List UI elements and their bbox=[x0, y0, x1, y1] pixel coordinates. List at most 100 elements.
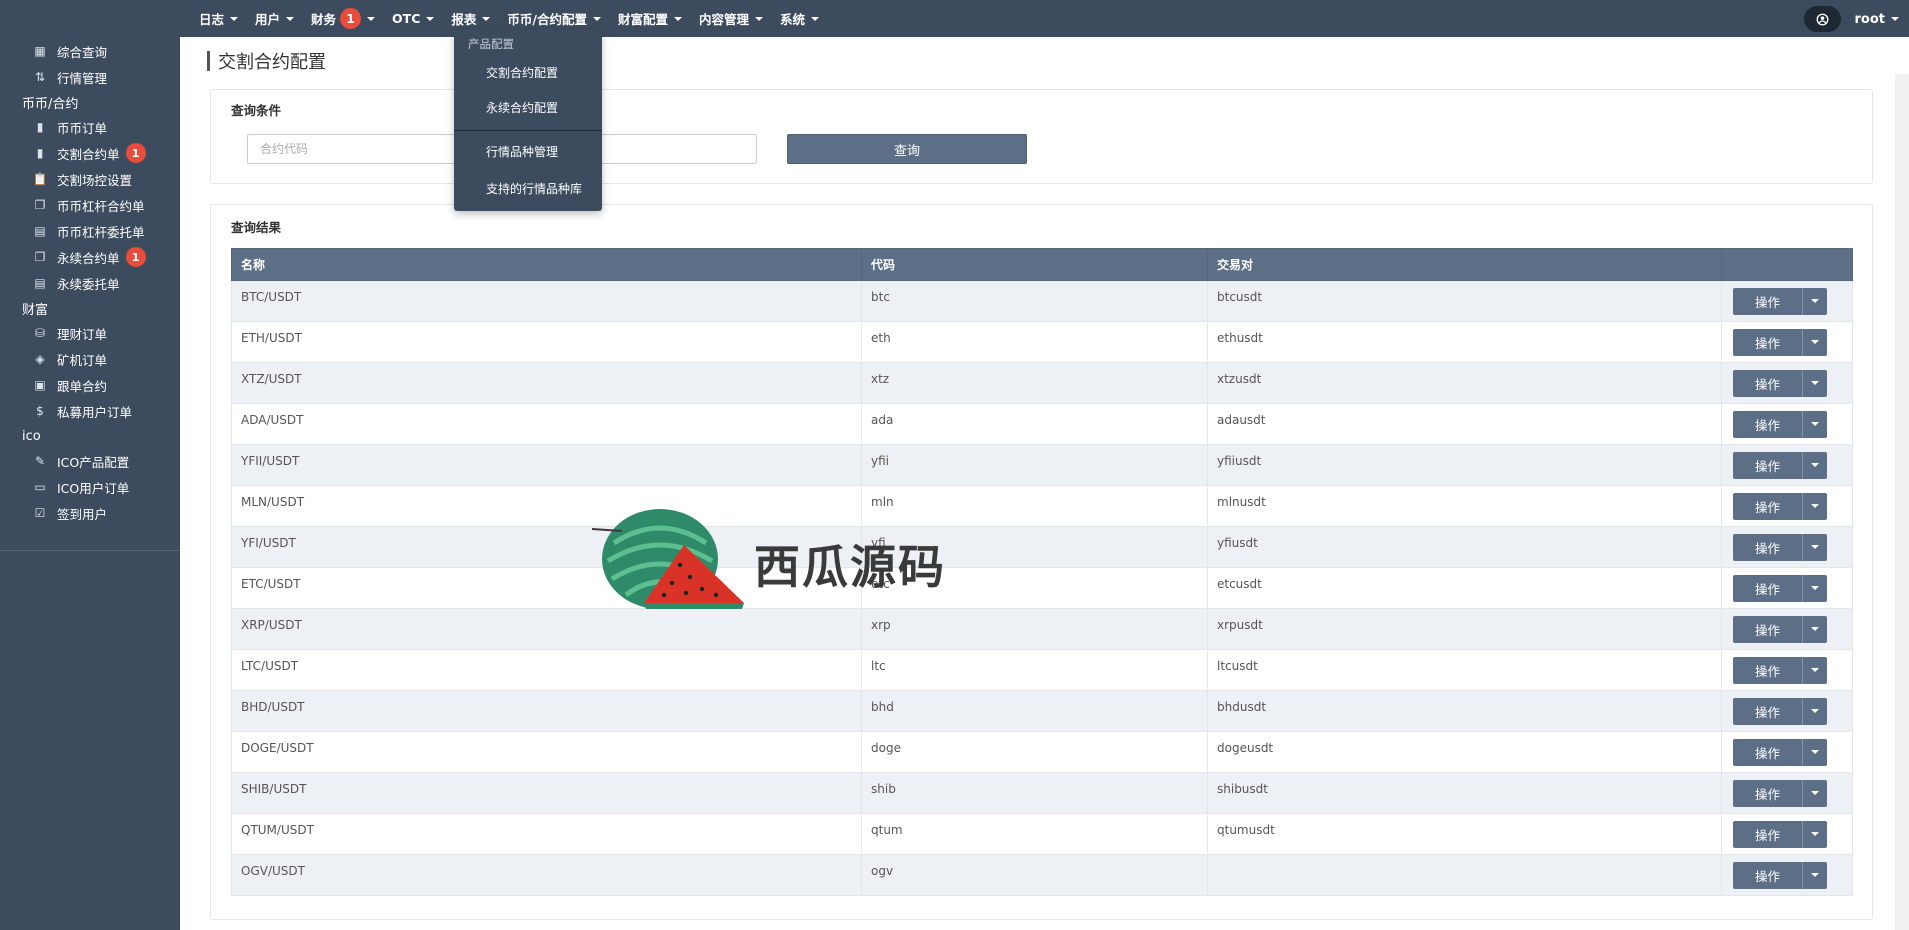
operate-button[interactable]: 操作 bbox=[1733, 287, 1802, 315]
sidebar-item[interactable]: ❐ 币币杠杆合约单 bbox=[0, 192, 180, 218]
operate-button[interactable]: 操作 bbox=[1733, 656, 1802, 684]
operate-dropdown-toggle[interactable] bbox=[1802, 697, 1827, 725]
watermelon-icon bbox=[592, 509, 744, 609]
operate-button[interactable]: 操作 bbox=[1733, 369, 1802, 397]
nav-item[interactable]: 系统 bbox=[780, 0, 820, 37]
operate-dropdown-toggle[interactable] bbox=[1802, 533, 1827, 561]
operate-button[interactable]: 操作 bbox=[1733, 697, 1802, 725]
sidebar-item[interactable]: ⇅ 行情管理 bbox=[0, 64, 180, 90]
sidebar-item[interactable]: 📋 交割场控设置 bbox=[0, 166, 180, 192]
cell-actions: 操作 bbox=[1721, 444, 1853, 486]
table-row: LTC/USDT ltc ltcusdt 操作 bbox=[231, 649, 1853, 691]
column-header-code[interactable]: 代码 bbox=[861, 248, 1208, 281]
sidebar-item[interactable]: ▦ 综合查询 bbox=[0, 38, 180, 64]
operate-dropdown-toggle[interactable] bbox=[1802, 451, 1827, 479]
cell-actions: 操作 bbox=[1721, 280, 1853, 322]
dropdown-item-perpetual-contract[interactable]: 永续合约配置 bbox=[486, 99, 558, 116]
operate-button[interactable]: 操作 bbox=[1733, 574, 1802, 602]
nav-item-label: 日志 bbox=[199, 12, 225, 27]
cell-code: xrp bbox=[861, 608, 1208, 650]
chevron-down-icon bbox=[482, 16, 491, 21]
sidebar-item-label: ICO产品配置 bbox=[57, 454, 130, 470]
operate-button[interactable]: 操作 bbox=[1733, 492, 1802, 520]
column-header-pair[interactable]: 交易对 bbox=[1207, 248, 1722, 281]
operate-button[interactable]: 操作 bbox=[1733, 451, 1802, 479]
sidebar-menu: ▦ 综合查询 ⇅ 行情管理 币币/合约 ▮ 币币订单 ▮ 交割合约单 1 📋 交割场控设置 ❐ 币币杠杆合… bbox=[0, 38, 180, 526]
avatar[interactable] bbox=[1803, 6, 1841, 32]
operate-button[interactable]: 操作 bbox=[1733, 328, 1802, 356]
dropdown-item-market-variety[interactable]: 行情品种管理 bbox=[486, 143, 558, 160]
sidebar-item[interactable]: ❐ 永续合约单 1 bbox=[0, 244, 180, 270]
sidebar: ▦ 综合查询 ⇅ 行情管理 币币/合约 ▮ 币币订单 ▮ 交割合约单 1 📋 交割场控设置 ❐ 币币杠杆合… bbox=[0, 0, 180, 930]
operate-dropdown-toggle[interactable] bbox=[1802, 861, 1827, 889]
cell-name: ETH/USDT bbox=[231, 321, 862, 363]
nav-item[interactable]: 用户 bbox=[255, 0, 295, 37]
sidebar-item[interactable]: ▮ 交割合约单 1 bbox=[0, 140, 180, 166]
operate-dropdown-toggle[interactable] bbox=[1802, 738, 1827, 766]
nav-item[interactable]: 财富配置 bbox=[618, 0, 682, 37]
sidebar-item[interactable]: ✎ ICO产品配置 bbox=[0, 448, 180, 474]
table-row: SHIB/USDT shib shibusdt 操作 bbox=[231, 772, 1853, 814]
query-button[interactable]: 查询 bbox=[787, 134, 1027, 164]
sidebar-item[interactable]: $ 私募用户订单 bbox=[0, 398, 180, 424]
cell-name: XTZ/USDT bbox=[231, 362, 862, 404]
dropdown-item-supported-varieties[interactable]: 支持的行情品种库 bbox=[486, 180, 582, 197]
sidebar-item[interactable]: ▭ ICO用户订单 bbox=[0, 474, 180, 500]
chevron-down-icon bbox=[1811, 791, 1819, 795]
nav-item[interactable]: 财务 1 bbox=[311, 0, 376, 37]
operate-dropdown-toggle[interactable] bbox=[1802, 820, 1827, 848]
sidebar-item[interactable]: ▮ 币币订单 bbox=[0, 114, 180, 140]
operate-dropdown-toggle[interactable] bbox=[1802, 287, 1827, 315]
operate-dropdown-toggle[interactable] bbox=[1802, 369, 1827, 397]
sidebar-item[interactable]: ⛁ 理财订单 bbox=[0, 320, 180, 346]
operate-button[interactable]: 操作 bbox=[1733, 615, 1802, 643]
user-menu[interactable]: root bbox=[1854, 11, 1899, 27]
user-name: root bbox=[1854, 11, 1886, 27]
operate-dropdown-toggle[interactable] bbox=[1802, 779, 1827, 807]
operate-button[interactable]: 操作 bbox=[1733, 533, 1802, 561]
table-row: YFII/USDT yfii yfiiusdt 操作 bbox=[231, 444, 1853, 486]
cell-name: YFII/USDT bbox=[231, 444, 862, 486]
sidebar-item[interactable]: ▣ 跟单合约 bbox=[0, 372, 180, 398]
column-header-name[interactable]: 名称 bbox=[231, 248, 862, 281]
cell-code: eth bbox=[861, 321, 1208, 363]
dropdown-header: 产品配置 bbox=[468, 37, 514, 51]
nav-item[interactable]: 日志 bbox=[199, 0, 239, 37]
cell-code: yfii bbox=[861, 444, 1208, 486]
sidebar-item[interactable]: ◈ 矿机订单 bbox=[0, 346, 180, 372]
nav-item-label: 财务 bbox=[311, 12, 337, 27]
search-panel-title: 查询条件 bbox=[231, 103, 282, 118]
cell-code: shib bbox=[861, 772, 1208, 814]
chevron-down-icon bbox=[286, 16, 295, 21]
operate-button[interactable]: 操作 bbox=[1733, 410, 1802, 438]
nav-item[interactable]: OTC bbox=[392, 0, 435, 37]
cell-pair: ltcusdt bbox=[1207, 649, 1722, 691]
cell-actions: 操作 bbox=[1721, 649, 1853, 691]
sidebar-item[interactable]: ▤ 币币杠杆委托单 bbox=[0, 218, 180, 244]
operate-dropdown-toggle[interactable] bbox=[1802, 410, 1827, 438]
action-button-group: 操作 bbox=[1733, 492, 1852, 520]
sidebar-item[interactable]: ▤ 永续委托单 bbox=[0, 270, 180, 296]
operate-button[interactable]: 操作 bbox=[1733, 779, 1802, 807]
action-button-group: 操作 bbox=[1733, 738, 1852, 766]
operate-button[interactable]: 操作 bbox=[1733, 738, 1802, 766]
page-title: 交割合约配置 bbox=[207, 51, 326, 73]
dropdown-item-delivery-contract[interactable]: 交割合约配置 bbox=[486, 64, 558, 81]
sidebar-item-label: 签到用户 bbox=[57, 506, 108, 522]
operate-dropdown-toggle[interactable] bbox=[1802, 328, 1827, 356]
chevron-down-icon bbox=[1811, 422, 1819, 426]
copy-icon: ❐ bbox=[34, 198, 46, 212]
operate-dropdown-toggle[interactable] bbox=[1802, 574, 1827, 602]
nav-item[interactable]: 内容管理 bbox=[699, 0, 763, 37]
operate-dropdown-toggle[interactable] bbox=[1802, 615, 1827, 643]
user-area[interactable]: root bbox=[1803, 6, 1899, 32]
operate-dropdown-toggle[interactable] bbox=[1802, 492, 1827, 520]
sidebar-item[interactable]: ☑ 签到用户 bbox=[0, 500, 180, 526]
page-scrollbar[interactable] bbox=[1895, 74, 1909, 930]
operate-button[interactable]: 操作 bbox=[1733, 861, 1802, 889]
operate-button[interactable]: 操作 bbox=[1733, 820, 1802, 848]
nav-item-label: OTC bbox=[392, 11, 421, 26]
operate-dropdown-toggle[interactable] bbox=[1802, 656, 1827, 684]
chevron-down-icon bbox=[1811, 750, 1819, 754]
chevron-down-icon bbox=[1811, 709, 1819, 713]
